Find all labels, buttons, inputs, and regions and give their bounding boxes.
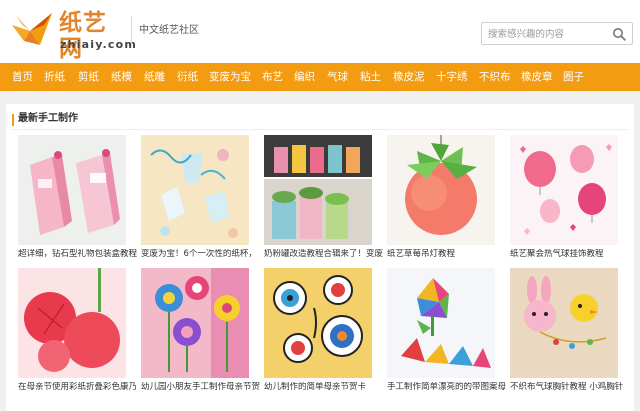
thumb-strawberry-lamp[interactable] [387, 135, 495, 245]
caption[interactable]: 幼儿制作的简单母亲节贺卡 [264, 382, 388, 393]
thumb-kindergarten-card[interactable] [141, 268, 249, 378]
balloon-garland-image [510, 135, 618, 245]
search-input[interactable] [488, 26, 606, 42]
caption[interactable]: 在母亲节使用彩纸折叠彩色康乃 [18, 382, 142, 393]
nav-item-origami[interactable]: 折纸 [44, 63, 65, 91]
caption[interactable]: 手工制作简单漂亮的的带图案母 [387, 382, 511, 393]
main-nav: 首页 折纸 剪纸 纸模 纸雕 衍纸 变废为宝 布艺 编织 气球 粘土 橡皮泥 十… [0, 63, 640, 91]
paper-crane-logo-icon [12, 13, 52, 45]
search-icon[interactable] [612, 27, 626, 41]
nav-item-papercut[interactable]: 剪纸 [78, 63, 99, 91]
logo-chinese-name: 纸艺网 [59, 10, 107, 62]
nav-item-fabric[interactable]: 布艺 [262, 63, 283, 91]
thumb-formula-cans[interactable] [264, 135, 372, 245]
nav-item-upcycle[interactable]: 变废为宝 [209, 63, 251, 91]
caption[interactable]: 超详细，钻石型礼物包装盒教程 [18, 249, 142, 260]
nav-item-balloon[interactable]: 气球 [327, 63, 348, 91]
nav-item-circle[interactable]: 圈子 [563, 63, 584, 91]
section-title: 最新手工制作 [18, 113, 78, 124]
search-box[interactable] [481, 22, 633, 45]
thumb-gift-box[interactable] [18, 135, 126, 245]
caption[interactable]: 不织布气球胸针教程 小鸡胸针 [510, 382, 634, 393]
site-tagline: 中文纸艺社区 [139, 25, 199, 36]
caption[interactable]: 变废为宝！6个一次性的纸杯， [141, 249, 265, 260]
thumb-balloon-garland[interactable] [510, 135, 618, 245]
nav-item-clay[interactable]: 粘土 [360, 63, 381, 91]
nav-item-rubberstamp[interactable]: 橡皮章 [521, 63, 553, 91]
caption[interactable]: 奶粉罐改造教程合辑来了！变废 [264, 249, 388, 260]
thumb-patterned-card[interactable] [387, 268, 495, 378]
paper-cups-image [141, 135, 249, 245]
section-accent [12, 114, 14, 126]
thumb-felt-brooch[interactable] [510, 268, 618, 378]
header-divider [131, 16, 132, 46]
nav-item-feltcloth[interactable]: 不织布 [479, 63, 511, 91]
nav-item-papermodel[interactable]: 纸模 [111, 63, 132, 91]
nav-item-papercarve[interactable]: 纸雕 [144, 63, 165, 91]
felt-brooch-image [510, 268, 618, 378]
caption[interactable]: 幼儿园小朋友手工制作母亲节贺 [141, 382, 265, 393]
carnation-image [18, 268, 126, 378]
logo-domain: zhiaiy.com [60, 38, 138, 51]
nav-item-home[interactable]: 首页 [12, 63, 33, 91]
caption[interactable]: 纸艺草莓吊灯教程 [387, 249, 511, 260]
thumb-mothers-day-card[interactable] [264, 268, 372, 378]
caption[interactable]: 纸艺聚会热气球挂饰教程 [510, 249, 634, 260]
patterned-card-image [387, 268, 495, 378]
section-divider [12, 129, 628, 130]
strawberry-lamp-image [387, 135, 495, 245]
nav-item-quilling[interactable]: 衍纸 [177, 63, 198, 91]
formula-cans-image [264, 135, 372, 245]
nav-item-crossstitch[interactable]: 十字绣 [436, 63, 468, 91]
kindergarten-card-image [141, 268, 249, 378]
nav-item-plasticine[interactable]: 橡皮泥 [393, 63, 425, 91]
site-header: 纸艺网 zhiaiy.com 中文纸艺社区 [0, 0, 640, 63]
site-logo[interactable]: 纸艺网 zhiaiy.com [10, 9, 136, 62]
nav-item-knitting[interactable]: 编织 [294, 63, 315, 91]
mothers-day-card-image [264, 268, 372, 378]
thumb-paper-cups[interactable] [141, 135, 249, 245]
thumb-carnation[interactable] [18, 268, 126, 378]
latest-crafts-panel: 最新手工制作 超详细，钻石型礼物包装盒教程 变废为宝！6个一次性的纸杯， 奶粉罐… [6, 104, 634, 411]
gift-box-image [18, 135, 126, 245]
